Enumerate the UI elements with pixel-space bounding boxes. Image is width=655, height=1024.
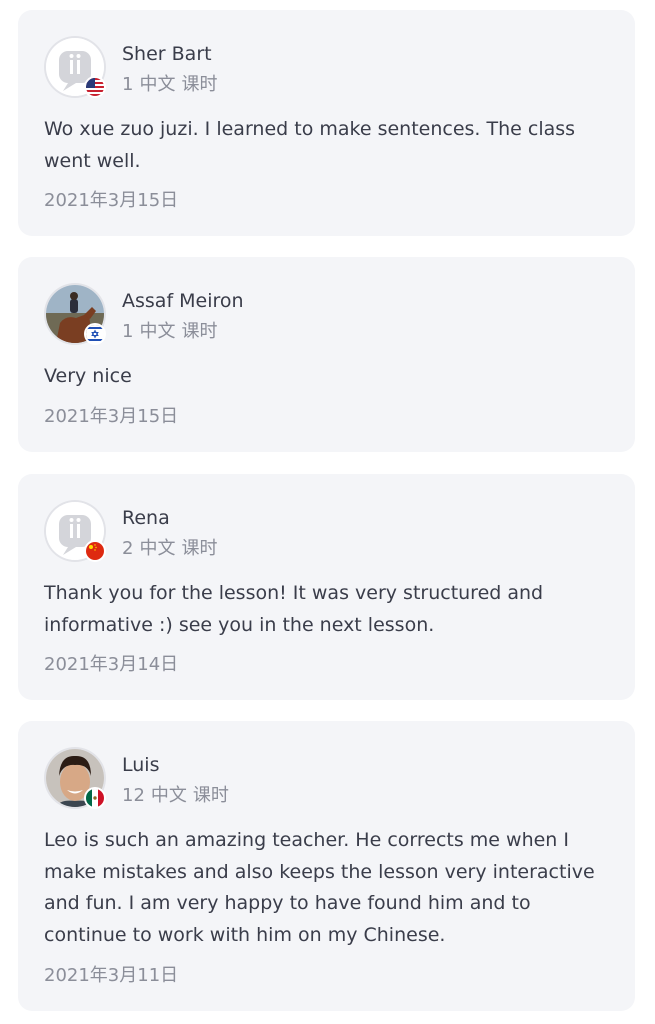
review-date: 2021年3月15日 bbox=[44, 406, 179, 427]
review-card: Sher Bart 1 中文 课时 Wo xue zuo juzi. I learn… bbox=[18, 10, 635, 236]
review-list: Sher Bart 1 中文 课时 Wo xue zuo juzi. I learn… bbox=[0, 0, 655, 1024]
us-flag-icon bbox=[84, 76, 106, 98]
review-date: 2021年3月15日 bbox=[44, 190, 179, 211]
review-text: Leo is such an amazing teacher. He corre… bbox=[44, 829, 595, 946]
reviewer-name: Assaf Meiron bbox=[122, 290, 244, 312]
review-text: Thank you for the lesson! It was very st… bbox=[44, 582, 544, 636]
israel-flag-icon bbox=[84, 323, 106, 345]
review-date: 2021年3月14日 bbox=[44, 654, 179, 675]
mexico-flag-icon bbox=[84, 787, 106, 809]
review-text: Wo xue zuo juzi. I learned to make sente… bbox=[44, 118, 576, 172]
lesson-count: 2 中文 课时 bbox=[122, 538, 218, 559]
review-card: Rena 2 中文 课时 Thank you for the lesson! It … bbox=[18, 474, 635, 700]
china-flag-icon bbox=[84, 540, 106, 562]
lesson-count: 1 中文 课时 bbox=[122, 321, 218, 342]
reviewer-name: Luis bbox=[122, 754, 160, 776]
review-date: 2021年3月11日 bbox=[44, 965, 179, 986]
lesson-count: 12 中文 课时 bbox=[122, 785, 229, 806]
review-card: Assaf Meiron 1 中文 课时 Very nice 2021年3月15日 bbox=[18, 257, 635, 452]
lesson-count: 1 中文 课时 bbox=[122, 74, 218, 95]
review-text: Very nice bbox=[44, 365, 132, 387]
review-card: Luis 12 中文 课时 Leo is such an amazing teach… bbox=[18, 721, 635, 1011]
reviewer-name: Sher Bart bbox=[122, 43, 212, 65]
reviewer-name: Rena bbox=[122, 507, 170, 529]
